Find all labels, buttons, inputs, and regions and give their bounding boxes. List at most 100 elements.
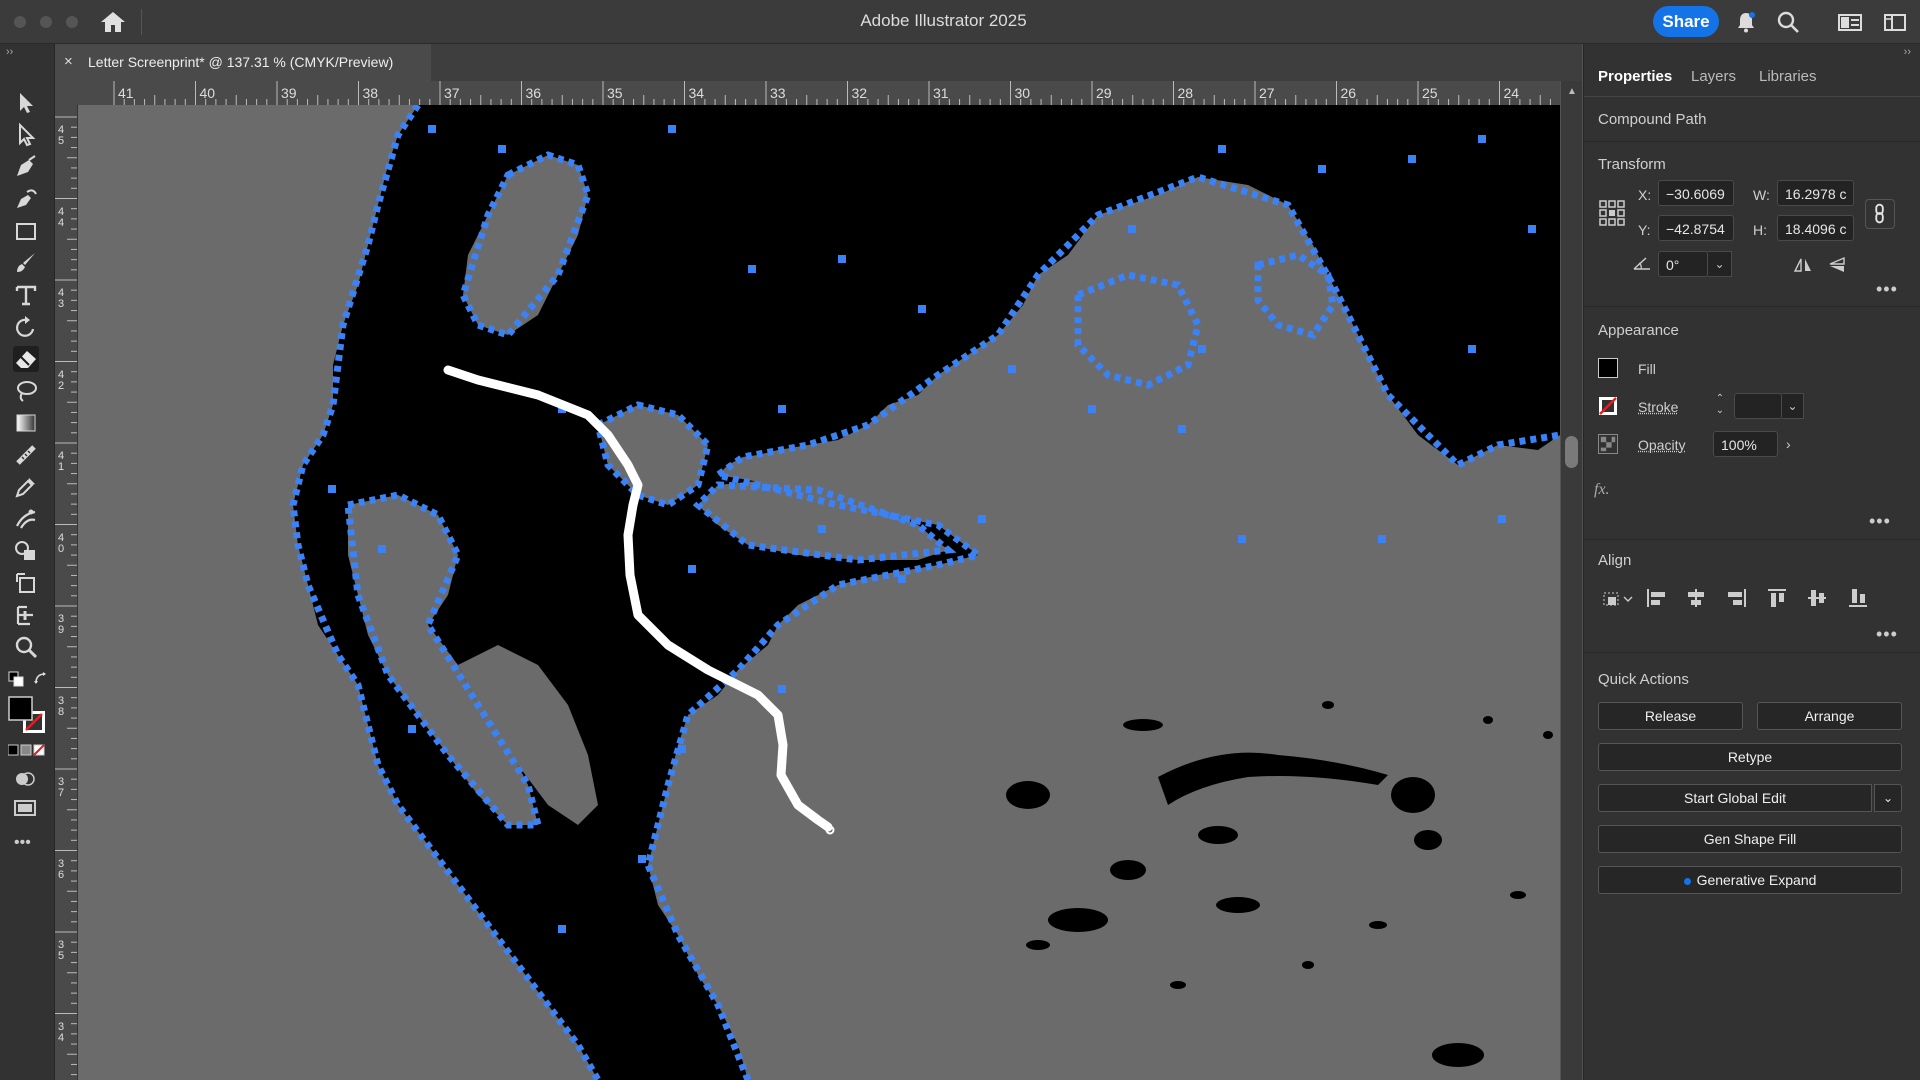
artboard-canvas[interactable]	[78, 105, 1560, 1080]
ruler-label: 43	[58, 288, 68, 310]
align-horizontal-center-icon[interactable]	[1685, 587, 1707, 609]
w-label: W:	[1753, 187, 1770, 203]
fill-swatch[interactable]	[1598, 358, 1618, 378]
flip-horizontal-icon[interactable]	[1793, 256, 1813, 274]
flip-vertical-icon[interactable]	[1827, 256, 1847, 274]
ruler-label: 35	[607, 85, 623, 101]
eraser-tool-icon[interactable]	[13, 346, 39, 372]
ruler-label: 36	[58, 859, 68, 881]
appearance-more-icon[interactable]: •••	[1869, 511, 1891, 532]
selection-tool-icon[interactable]	[13, 90, 39, 116]
start-global-edit-button[interactable]: Start Global Edit	[1598, 784, 1872, 812]
align-vertical-center-icon[interactable]	[1806, 587, 1828, 609]
artboard-tool-icon[interactable]	[13, 570, 39, 596]
type-tool-icon[interactable]	[13, 282, 39, 308]
fx-icon[interactable]: fx.	[1594, 481, 1610, 499]
tab-layers[interactable]: Layers	[1691, 68, 1736, 85]
eyedropper-tool-icon[interactable]	[13, 474, 39, 500]
swap-colors-icon[interactable]	[33, 671, 49, 687]
gen-shape-fill-button[interactable]: Gen Shape Fill	[1598, 825, 1902, 853]
generative-expand-button[interactable]: Generative Expand	[1598, 866, 1902, 894]
default-colors-icon[interactable]	[8, 671, 24, 687]
shape-builder-tool-icon[interactable]	[13, 538, 39, 564]
color-mode-icons[interactable]	[8, 744, 48, 758]
gradient-tool-icon[interactable]	[13, 410, 39, 436]
align-more-icon[interactable]: •••	[1876, 624, 1898, 645]
x-field[interactable]: −30.6069	[1658, 180, 1734, 206]
title-bar: Adobe Illustrator 2025 Share	[0, 0, 1920, 44]
horizontal-ruler[interactable]: 41 40 39 38 37 36 35 34 33 32 31 30 29 28 27 26 25 24	[55, 81, 1560, 106]
bell-icon[interactable]	[1734, 10, 1758, 34]
ruler-label: 37	[444, 85, 460, 101]
align-top-icon[interactable]	[1766, 587, 1788, 609]
rectangle-tool-icon[interactable]	[13, 218, 39, 244]
measure-tool-icon[interactable]	[13, 442, 39, 468]
properties-panel: ›› Properties Layers Libraries Compound …	[1583, 44, 1920, 1080]
y-field[interactable]: −42.8754	[1658, 215, 1734, 241]
constrain-proportions-icon[interactable]	[1865, 199, 1895, 229]
panel-toggle-icon[interactable]	[1883, 10, 1907, 34]
chevron-down-icon[interactable]: ⌄	[1782, 393, 1804, 419]
y-label: Y:	[1638, 222, 1650, 238]
rotate-tool-icon[interactable]	[13, 314, 39, 340]
chevron-right-icon[interactable]: ›	[1786, 431, 1800, 457]
vertical-scrollbar[interactable]: ▲	[1561, 81, 1582, 1080]
width-tool-icon[interactable]	[13, 602, 39, 628]
tab-properties[interactable]: Properties	[1598, 68, 1672, 85]
document-tab[interactable]: × Letter Screenprint* @ 137.31 % (CMYK/P…	[55, 44, 431, 81]
opacity-field[interactable]: 100%	[1713, 431, 1778, 457]
opacity-label[interactable]: Opacity	[1638, 437, 1685, 453]
workspace-layout-icon[interactable]	[1838, 10, 1862, 34]
h-field[interactable]: 18.4096 c	[1777, 215, 1854, 241]
pen-tool-icon[interactable]	[13, 154, 39, 180]
paintbrush-tool-icon[interactable]	[13, 250, 39, 276]
align-bottom-icon[interactable]	[1847, 587, 1869, 609]
scrollbar-thumb[interactable]	[1565, 436, 1578, 468]
global-edit-options-chevron-icon[interactable]: ⌄	[1874, 784, 1902, 812]
align-right-icon[interactable]	[1726, 587, 1748, 609]
puppet-warp-tool-icon[interactable]	[13, 506, 39, 532]
transform-more-icon[interactable]: •••	[1876, 279, 1898, 300]
search-icon[interactable]	[1776, 10, 1800, 34]
artwork[interactable]	[78, 105, 1560, 1080]
retype-button[interactable]: Retype	[1598, 743, 1902, 771]
zoom-tool-icon[interactable]	[13, 634, 39, 660]
rotate-angle-icon	[1632, 255, 1652, 271]
rotate-angle-field[interactable]: 0°	[1658, 251, 1708, 277]
chevron-down-icon[interactable]: ⌄	[1708, 251, 1732, 277]
share-button[interactable]: Share	[1653, 6, 1719, 37]
reference-point-icon[interactable]	[1598, 199, 1626, 227]
stroke-label[interactable]: Stroke	[1638, 399, 1678, 415]
direct-selection-tool-icon[interactable]	[13, 122, 39, 148]
tab-libraries[interactable]: Libraries	[1759, 68, 1817, 85]
arrange-button[interactable]: Arrange	[1757, 702, 1902, 730]
ruler-label: 24	[1504, 85, 1520, 101]
stroke-swatch[interactable]	[1598, 396, 1618, 416]
stroke-weight-stepper[interactable]: ⌃ ⌄	[1713, 393, 1727, 419]
fill-stroke-swatches[interactable]	[8, 696, 48, 736]
close-document-icon[interactable]: ×	[64, 53, 73, 70]
stroke-weight-field[interactable]	[1734, 393, 1782, 419]
tab-divider	[1584, 96, 1920, 97]
collapse-panel-icon[interactable]: ››	[1904, 46, 1911, 58]
lasso-tool-icon[interactable]	[13, 378, 39, 404]
quick-actions-heading: Quick Actions	[1598, 671, 1689, 688]
release-button[interactable]: Release	[1598, 702, 1743, 730]
drawing-mode-icon[interactable]	[14, 769, 36, 789]
edit-toolbar-more-icon[interactable]: •••	[14, 834, 31, 852]
collapse-toolbar-icon[interactable]: ››	[6, 46, 13, 58]
scroll-up-icon[interactable]: ▲	[1567, 86, 1577, 97]
w-field[interactable]: 16.2978 c	[1777, 180, 1854, 206]
tools-panel: ›› •••	[0, 44, 55, 1080]
section-divider	[1584, 539, 1920, 540]
selection-type-label: Compound Path	[1598, 111, 1706, 128]
document-tab-label: Letter Screenprint* @ 137.31 % (CMYK/Pre…	[88, 54, 393, 70]
screen-mode-icon[interactable]	[13, 798, 39, 818]
align-left-icon[interactable]	[1645, 587, 1667, 609]
curvature-tool-icon[interactable]	[13, 186, 39, 212]
ruler-label: 40	[200, 85, 216, 101]
ruler-label: 41	[118, 85, 134, 101]
align-to-icon[interactable]	[1602, 589, 1634, 609]
scattered-artwork	[1006, 701, 1553, 1067]
vertical-ruler[interactable]: 45 44 43 42 41 40 39 38 37 36 35 34	[55, 105, 78, 1080]
